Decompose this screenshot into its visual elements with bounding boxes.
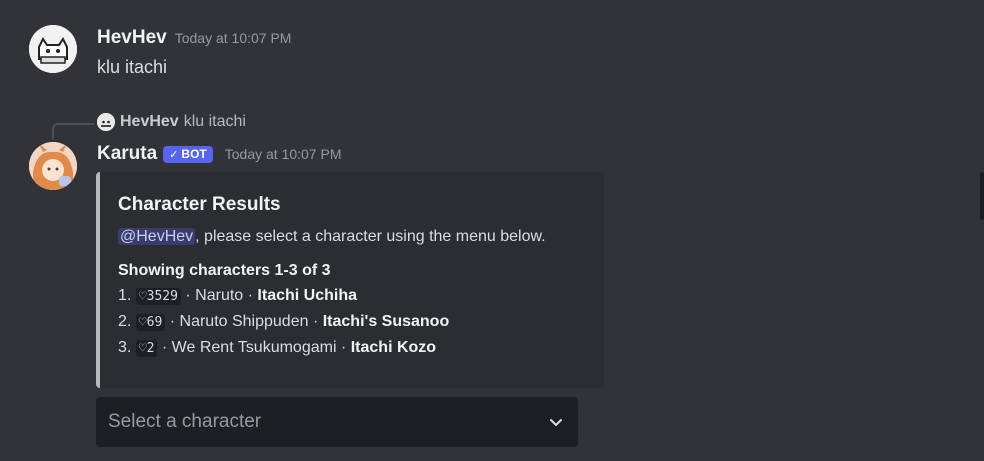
character-name: Itachi Uchiha xyxy=(257,287,357,304)
message-header: HevHev Today at 10:07 PM xyxy=(97,27,291,49)
message-content: klu itachi xyxy=(97,57,168,77)
character-name: Itachi Kozo xyxy=(350,339,437,356)
result-row: 1. ♡3529 · Naruto · Itachi Uchiha xyxy=(118,283,586,309)
karuta-avatar[interactable] xyxy=(29,142,77,190)
bot-badge-label: BOT xyxy=(181,147,207,161)
result-row: 3. ♡2 · We Rent Tsukumogami · Itachi Koz… xyxy=(118,335,586,361)
reply-text: klu itachi xyxy=(183,113,246,130)
hevhev-avatar[interactable] xyxy=(29,25,77,73)
embed-description: @HevHev, please select a character using… xyxy=(118,226,586,248)
username[interactable]: Karuta xyxy=(97,143,157,165)
reply-spine xyxy=(52,123,94,139)
series-name: · Naruto Shippuden · xyxy=(169,313,319,330)
user-mention[interactable]: @HevHev xyxy=(118,228,196,245)
result-index: 1. xyxy=(118,287,132,304)
description-text: , please select a character using the me… xyxy=(195,228,546,245)
reply-reference[interactable]: HevHev klu itachi xyxy=(97,113,246,131)
result-row: 2. ♡69 · Naruto Shippuden · Itachi's Sus… xyxy=(118,309,586,335)
select-placeholder: Select a character xyxy=(108,411,262,432)
chevron-down-icon xyxy=(550,419,562,426)
embed: Character Results @HevHev, please select… xyxy=(96,172,604,388)
character-select-menu[interactable]: Select a character xyxy=(96,397,578,447)
bot-badge: ✓ BOT xyxy=(163,145,213,163)
wishlist-count: ♡2 xyxy=(135,340,158,357)
series-name: · Naruto · xyxy=(185,287,253,304)
timestamp: Today at 10:07 PM xyxy=(174,30,292,46)
verified-check-icon: ✓ xyxy=(169,148,179,161)
reply-avatar xyxy=(97,113,115,131)
username[interactable]: HevHev xyxy=(97,27,167,49)
message-header: Karuta ✓ BOT Today at 10:07 PM xyxy=(97,143,342,165)
chat-area: HevHev Today at 10:07 PM klu itachi HevH… xyxy=(0,0,984,461)
result-index: 3. xyxy=(118,339,132,356)
reply-username[interactable]: HevHev xyxy=(120,113,179,131)
series-name: · We Rent Tsukumogami · xyxy=(161,339,347,356)
showing-count: Showing characters 1-3 of 3 xyxy=(118,262,331,279)
character-name: Itachi's Susanoo xyxy=(322,313,450,330)
result-index: 2. xyxy=(118,313,132,330)
timestamp: Today at 10:07 PM xyxy=(224,146,342,162)
wishlist-count: ♡69 xyxy=(135,314,166,331)
scrollbar-thumb[interactable] xyxy=(980,172,984,220)
wishlist-count: ♡3529 xyxy=(135,288,181,305)
embed-title: Character Results xyxy=(118,194,281,215)
